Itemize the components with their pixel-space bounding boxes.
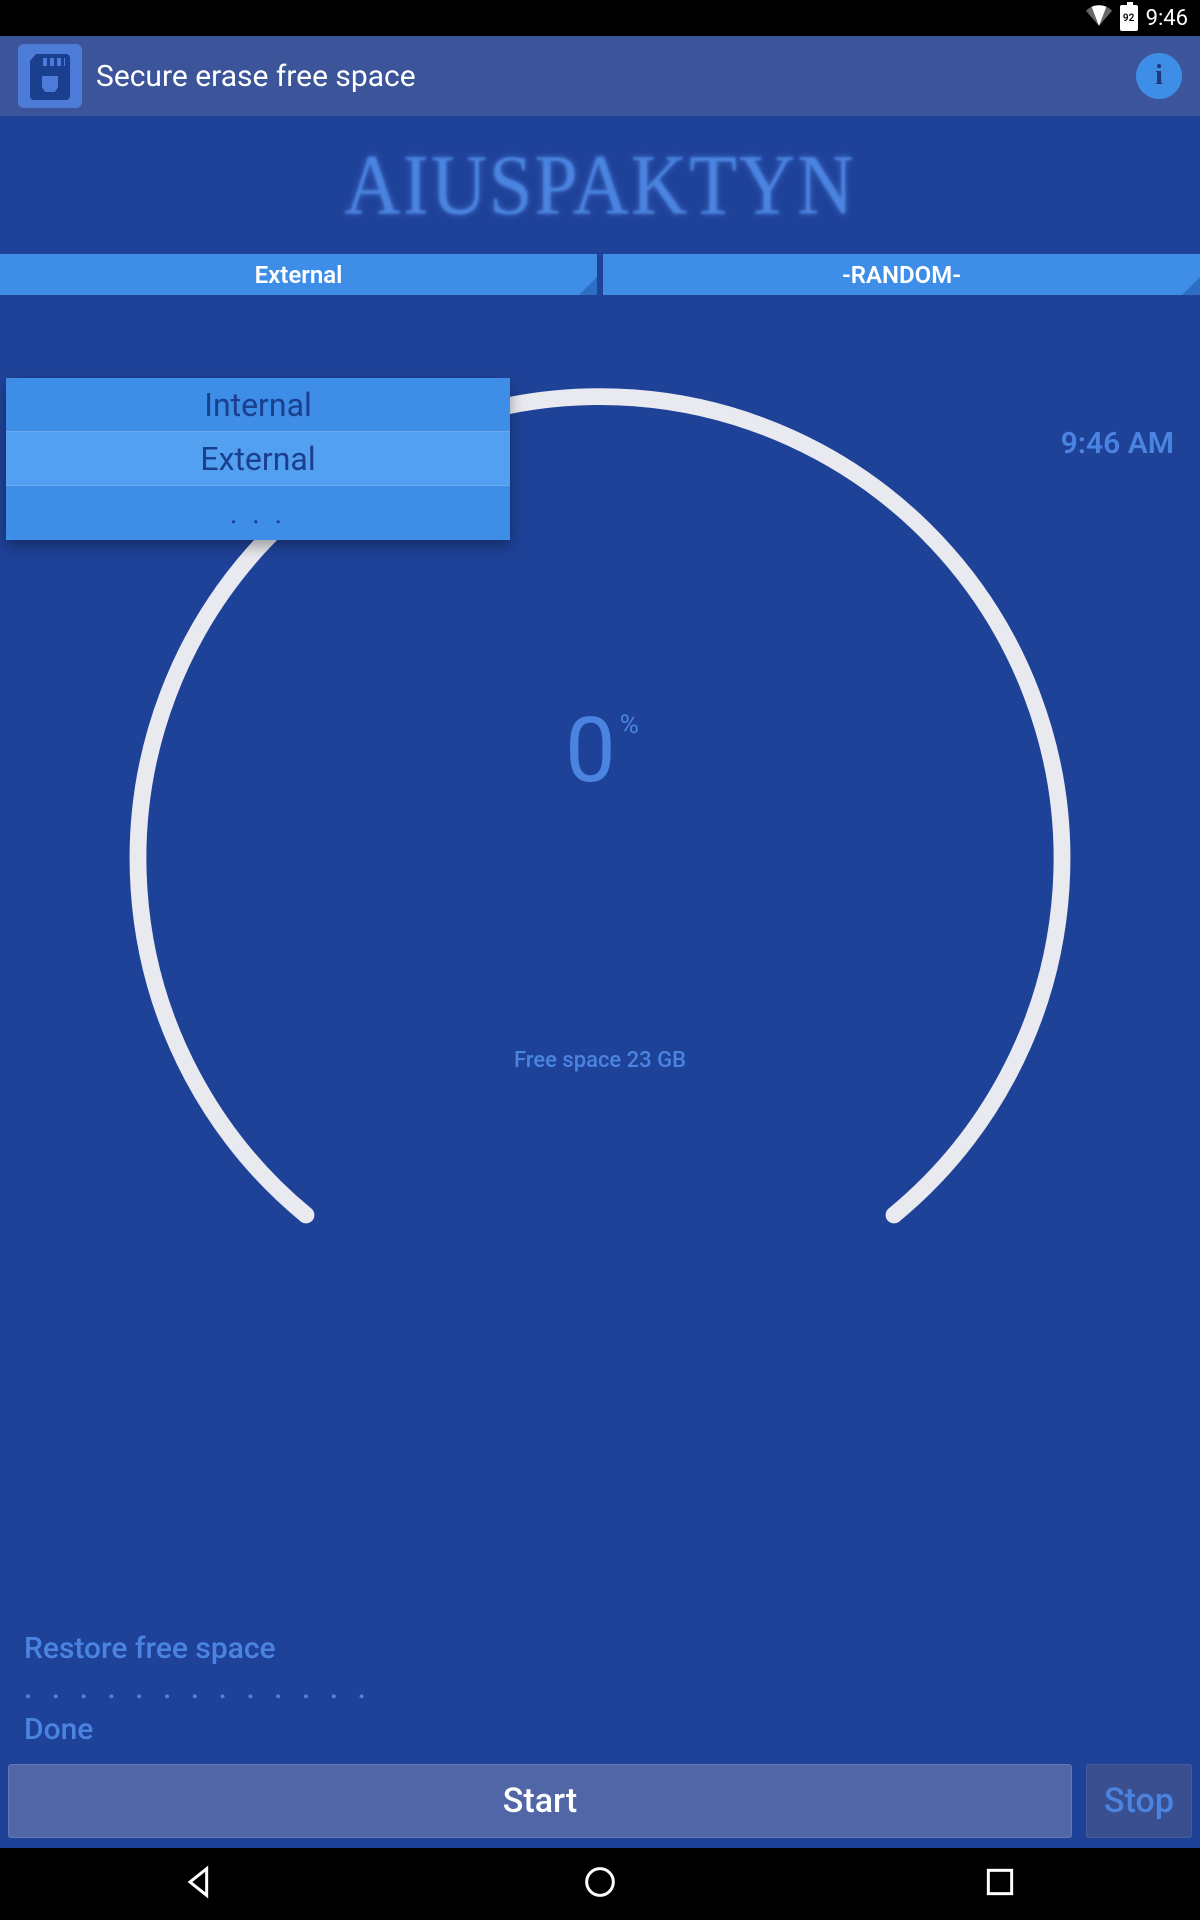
progress-number: 0	[565, 698, 616, 803]
dropdown-item-internal[interactable]: Internal	[6, 378, 510, 432]
action-row: Start Stop	[0, 1760, 1200, 1848]
home-button[interactable]	[580, 1862, 620, 1906]
method-spinner-label: -RANDOM-	[842, 261, 961, 289]
brand-text: AIUSPAKTYN	[344, 136, 855, 235]
log-area: Restore free space . . . . . . . . . . .…	[0, 1629, 1200, 1761]
brand-banner: AIUSPAKTYN	[0, 116, 1200, 254]
progress-value: 0%	[0, 698, 1200, 803]
main-content: AIUSPAKTYN External -RANDOM- 9:46 AM 0% …	[0, 116, 1200, 1848]
app-title: Secure erase free space	[96, 59, 1122, 94]
log-dots: . . . . . . . . . . . . .	[24, 1669, 1176, 1710]
storage-spinner-label: External	[255, 261, 343, 289]
dropdown-item-external[interactable]: External	[6, 432, 510, 486]
status-time: 9:46	[1146, 6, 1188, 31]
start-label: Start	[503, 1781, 577, 1821]
spinner-row: External -RANDOM-	[0, 254, 1200, 298]
wifi-icon	[1086, 2, 1112, 34]
log-line: Done	[24, 1710, 1176, 1751]
android-nav-bar	[0, 1848, 1200, 1920]
back-button[interactable]	[180, 1862, 220, 1906]
info-button[interactable]: i	[1136, 53, 1182, 99]
stop-label: Stop	[1104, 1781, 1174, 1821]
storage-spinner[interactable]: External	[0, 254, 597, 298]
android-status-bar: 92 9:46	[0, 0, 1200, 36]
dropdown-item-more[interactable]: . . .	[6, 486, 510, 540]
start-button[interactable]: Start	[8, 1764, 1072, 1838]
free-space-label: Free space 23 GB	[0, 1048, 1200, 1073]
progress-unit: %	[620, 710, 639, 740]
app-bar: Secure erase free space i	[0, 36, 1200, 116]
method-spinner[interactable]: -RANDOM-	[603, 254, 1200, 298]
stop-button[interactable]: Stop	[1086, 1764, 1192, 1838]
battery-icon: 92	[1120, 5, 1138, 31]
storage-dropdown: Internal External . . .	[6, 378, 510, 540]
recents-button[interactable]	[980, 1862, 1020, 1906]
log-line: Restore free space	[24, 1629, 1176, 1670]
app-icon	[18, 44, 82, 108]
